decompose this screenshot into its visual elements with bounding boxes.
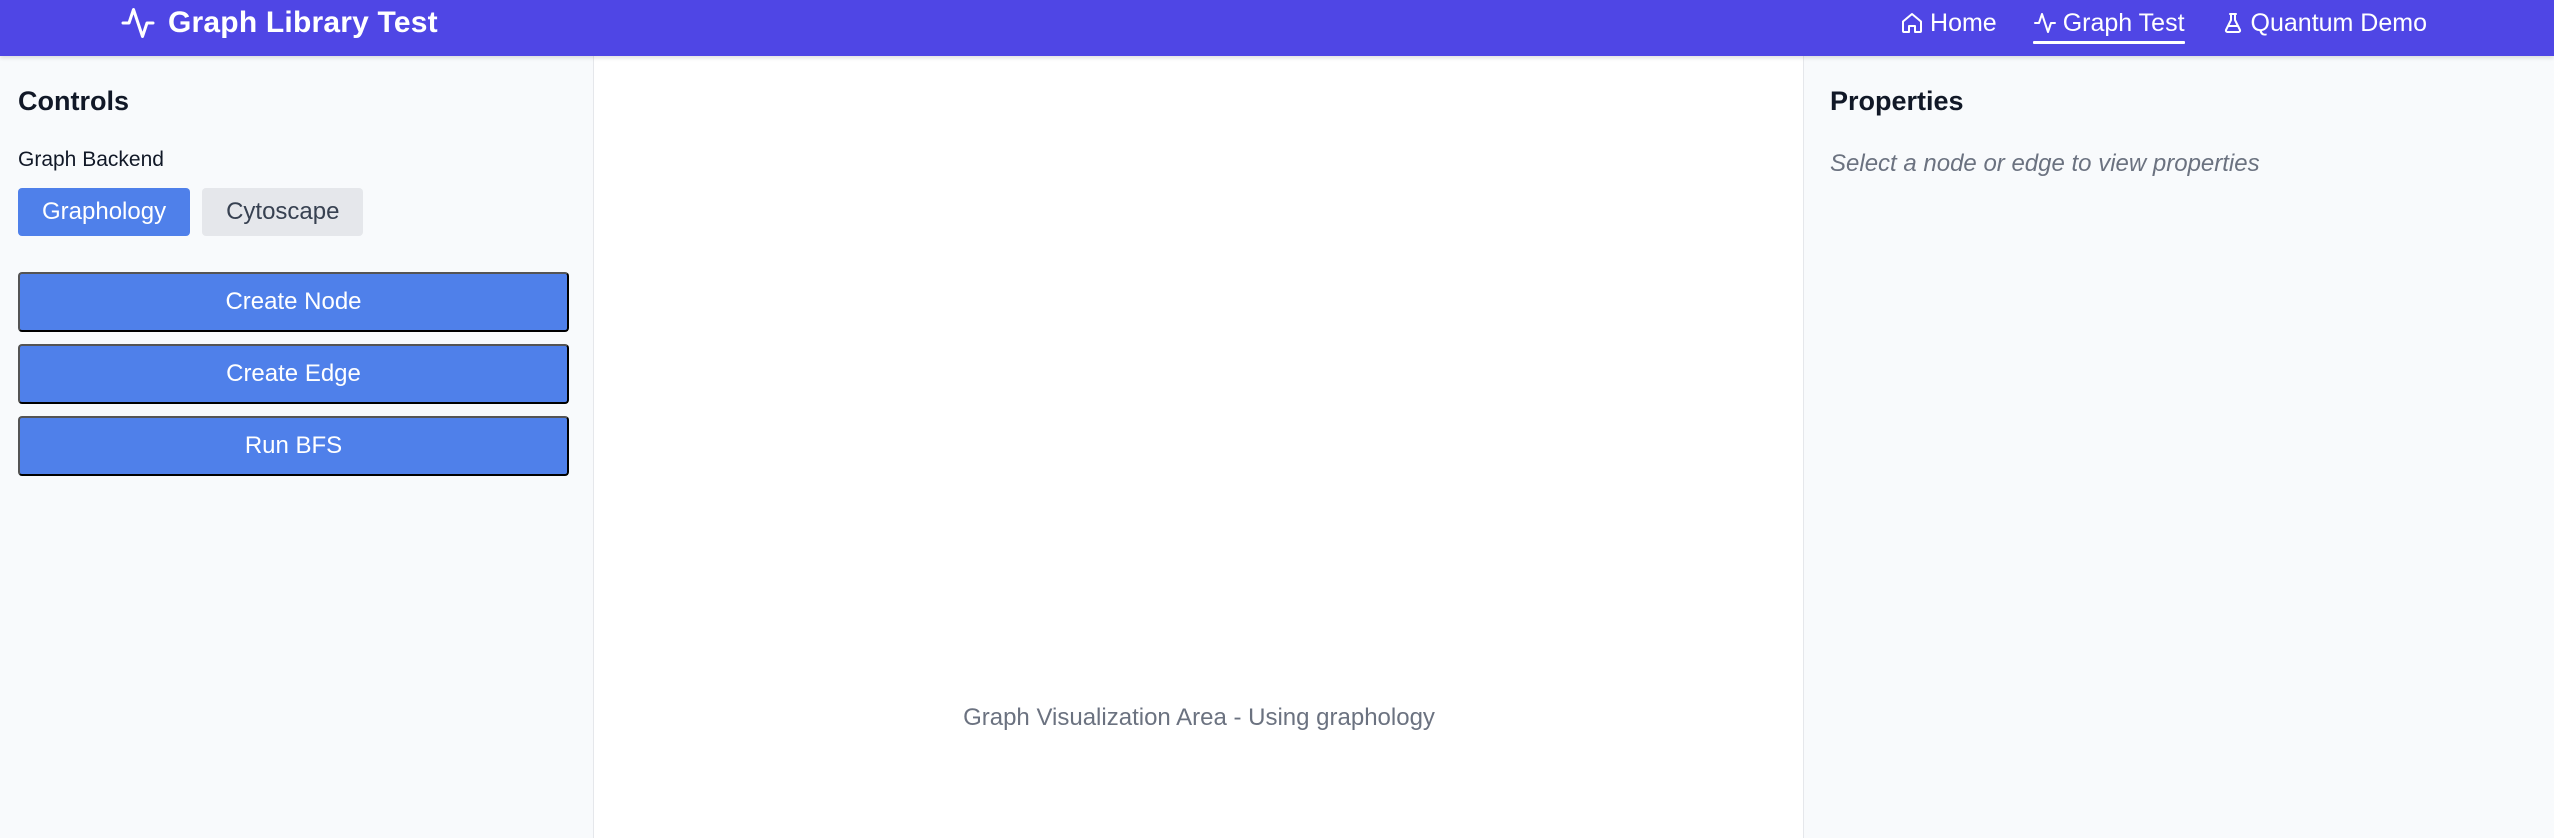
run-bfs-button[interactable]: Run BFS bbox=[18, 416, 569, 476]
graph-visualization-caption: Graph Visualization Area - Using graphol… bbox=[963, 704, 1435, 731]
graph-backend-label: Graph Backend bbox=[18, 148, 164, 171]
flask-icon bbox=[2224, 13, 2241, 33]
backend-graphology-button[interactable]: Graphology bbox=[18, 188, 191, 236]
graph-visualization-area[interactable]: Graph Visualization Area - Using graphol… bbox=[595, 56, 1803, 838]
properties-title: Properties bbox=[1830, 86, 1964, 116]
properties-panel: Properties Select a node or edge to view… bbox=[1803, 56, 2554, 838]
nav-link-label: Quantum Demo bbox=[2250, 8, 2427, 37]
activity-pulse-icon bbox=[121, 8, 155, 38]
controls-panel: Controls Graph Backend Graphology Cytosc… bbox=[0, 56, 594, 838]
create-node-button[interactable]: Create Node bbox=[18, 272, 569, 332]
controls-title: Controls bbox=[18, 86, 129, 116]
home-icon bbox=[1902, 13, 1923, 33]
top-navigation-bar: Graph Library Test Home Graph Test Quant… bbox=[0, 0, 2554, 56]
app-title: Graph Library Test bbox=[168, 6, 438, 39]
activity-pulse-icon bbox=[2033, 13, 2056, 33]
create-edge-button[interactable]: Create Edge bbox=[18, 344, 569, 404]
nav-link-quantum-demo[interactable]: Quantum Demo bbox=[2221, 0, 2427, 46]
backend-toggle-group: Graphology Cytoscape bbox=[18, 188, 364, 236]
nav-link-home[interactable]: Home bbox=[1900, 0, 1997, 46]
brand[interactable]: Graph Library Test bbox=[120, 0, 438, 46]
backend-cytoscape-button[interactable]: Cytoscape bbox=[202, 188, 364, 236]
nav-link-label: Graph Test bbox=[2062, 8, 2185, 37]
main-nav: Home Graph Test Quantum Demo bbox=[1900, 0, 2427, 46]
nav-link-label: Home bbox=[1930, 8, 1997, 37]
nav-link-graph-test[interactable]: Graph Test bbox=[2032, 0, 2185, 46]
properties-empty-hint: Select a node or edge to view properties bbox=[1830, 150, 2260, 177]
